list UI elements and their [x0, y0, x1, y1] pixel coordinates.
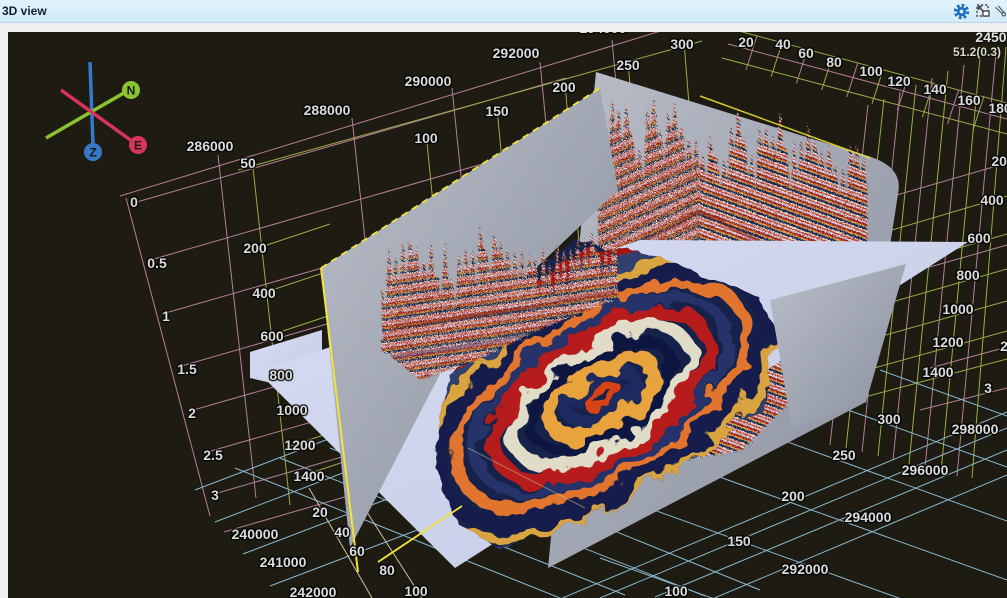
- orientation-axes: N E Z: [46, 62, 147, 161]
- orientation-axes-widget[interactable]: N E Z: [28, 45, 158, 175]
- clipped-tool-icon[interactable]: [994, 1, 1007, 21]
- window-title: 3D view: [0, 4, 47, 18]
- svg-text:N: N: [127, 84, 136, 98]
- svg-text:Z: Z: [89, 146, 96, 160]
- window-title-bar: 3D view: [0, 0, 1007, 23]
- 3d-viewport[interactable]: N E Z 2450 51.2(0.3) 2860002880002900002…: [8, 32, 1007, 598]
- app-window: { "window": { "title": "3D view" }, "too…: [0, 0, 1007, 598]
- svg-text:E: E: [134, 139, 142, 153]
- settings-gear-icon[interactable]: [950, 1, 972, 21]
- detach-window-icon[interactable]: [972, 1, 994, 21]
